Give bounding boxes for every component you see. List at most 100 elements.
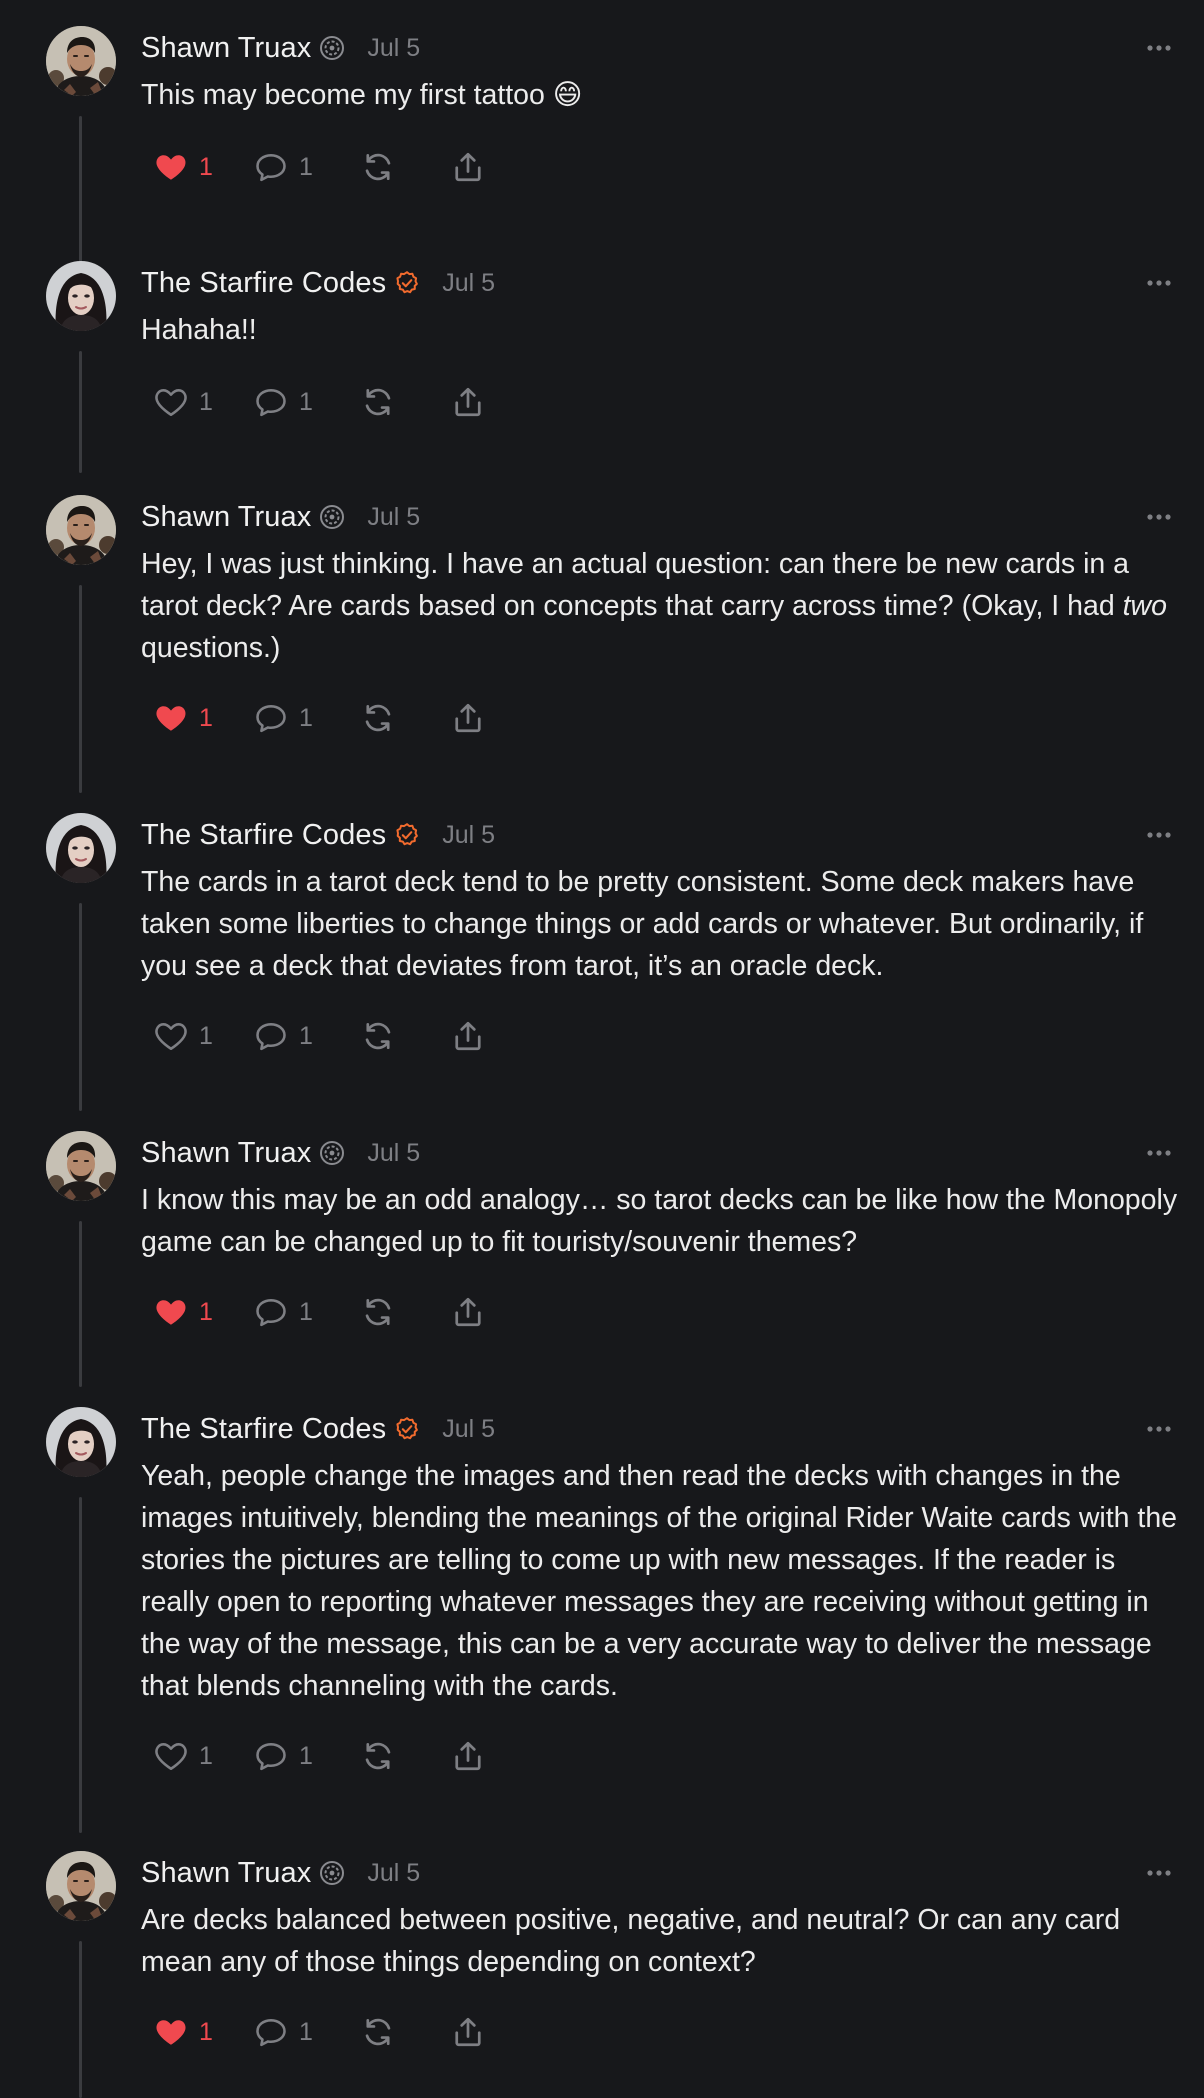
speech-bubble-icon (252, 384, 290, 420)
share-button[interactable] (450, 1736, 486, 1776)
share-icon (450, 1293, 486, 1331)
verified-check-icon (394, 822, 420, 848)
reply-button[interactable]: 1 (252, 1016, 360, 1056)
repost-icon (360, 384, 396, 420)
post-text: Hey, I was just thinking. I have an actu… (141, 548, 1167, 664)
post-date[interactable]: Jul 5 (367, 1859, 420, 1888)
action-bar: 1 1 (152, 147, 486, 187)
heart-icon (152, 2014, 190, 2050)
share-button[interactable] (450, 1016, 486, 1056)
post-date[interactable]: Jul 5 (442, 1415, 495, 1444)
post-date[interactable]: Jul 5 (367, 34, 420, 63)
gear-badge-icon (319, 35, 345, 61)
post-date[interactable]: Jul 5 (442, 269, 495, 298)
reply-count: 1 (299, 703, 313, 732)
thread-line (79, 1497, 82, 1833)
like-count: 1 (199, 152, 213, 181)
post-header: Shawn Truax Jul 5 (141, 1851, 420, 1895)
repost-icon (360, 700, 396, 736)
reply-count: 1 (299, 1297, 313, 1326)
share-button[interactable] (450, 382, 486, 422)
author-name[interactable]: The Starfire Codes (141, 267, 386, 300)
reply-count: 1 (299, 387, 313, 416)
more-dots-icon[interactable] (1144, 1143, 1174, 1163)
heart-icon (152, 1294, 190, 1330)
speech-bubble-icon (252, 1018, 290, 1054)
repost-button[interactable] (360, 382, 450, 422)
share-icon (450, 699, 486, 737)
author-avatar[interactable] (46, 1851, 116, 1921)
reply-button[interactable]: 1 (252, 382, 360, 422)
share-icon (450, 148, 486, 186)
action-bar: 1 1 (152, 1016, 486, 1056)
gear-badge-icon (319, 1860, 345, 1886)
more-dots-icon[interactable] (1144, 825, 1174, 845)
heart-icon (152, 700, 190, 736)
post-header: Shawn Truax Jul 5 (141, 495, 420, 539)
repost-button[interactable] (360, 147, 450, 187)
reply-button[interactable]: 1 (252, 147, 360, 187)
author-avatar[interactable] (46, 495, 116, 565)
author-avatar[interactable] (46, 1407, 116, 1477)
reply-button[interactable]: 1 (252, 698, 360, 738)
post-date[interactable]: Jul 5 (367, 1139, 420, 1168)
like-button[interactable]: 1 (152, 1736, 252, 1776)
action-bar: 1 1 (152, 382, 486, 422)
more-dots-icon[interactable] (1144, 273, 1174, 293)
repost-button[interactable] (360, 1292, 450, 1332)
post-date[interactable]: Jul 5 (367, 503, 420, 532)
post-text: Are decks balanced between positive, neg… (141, 1904, 1121, 1978)
share-icon (450, 1017, 486, 1055)
gear-badge-icon (319, 504, 345, 530)
author-name[interactable]: The Starfire Codes (141, 1413, 386, 1446)
post-text: I know this may be an odd analogy… so ta… (141, 1184, 1178, 1258)
repost-button[interactable] (360, 2012, 450, 2052)
author-avatar[interactable] (46, 261, 116, 331)
share-button[interactable] (450, 147, 486, 187)
speech-bubble-icon (252, 1294, 290, 1330)
author-name[interactable]: Shawn Truax (141, 1857, 311, 1890)
reply-button[interactable]: 1 (252, 1736, 360, 1776)
more-dots-icon[interactable] (1144, 1863, 1174, 1883)
like-button[interactable]: 1 (152, 1016, 252, 1056)
like-button[interactable]: 1 (152, 2012, 252, 2052)
reply-count: 1 (299, 152, 313, 181)
verified-check-icon (394, 270, 420, 296)
repost-icon (360, 2014, 396, 2050)
like-count: 1 (199, 1021, 213, 1050)
like-count: 1 (199, 1741, 213, 1770)
like-button[interactable]: 1 (152, 382, 252, 422)
like-button[interactable]: 1 (152, 147, 252, 187)
author-name[interactable]: Shawn Truax (141, 32, 311, 65)
post-text: This may become my first tattoo 😄 (141, 79, 583, 111)
more-dots-icon[interactable] (1144, 38, 1174, 58)
share-button[interactable] (450, 2012, 486, 2052)
thread-line (79, 903, 82, 1111)
repost-button[interactable] (360, 1736, 450, 1776)
like-button[interactable]: 1 (152, 698, 252, 738)
repost-button[interactable] (360, 698, 450, 738)
reply-button[interactable]: 1 (252, 1292, 360, 1332)
like-button[interactable]: 1 (152, 1292, 252, 1332)
more-dots-icon[interactable] (1144, 1419, 1174, 1439)
repost-icon (360, 149, 396, 185)
reply-count: 1 (299, 2017, 313, 2046)
share-button[interactable] (450, 1292, 486, 1332)
reply-button[interactable]: 1 (252, 2012, 360, 2052)
like-count: 1 (199, 703, 213, 732)
share-button[interactable] (450, 698, 486, 738)
repost-button[interactable] (360, 1016, 450, 1056)
more-dots-icon[interactable] (1144, 507, 1174, 527)
author-avatar[interactable] (46, 26, 116, 96)
thread-line (79, 1941, 82, 2098)
author-name[interactable]: Shawn Truax (141, 1137, 311, 1170)
author-avatar[interactable] (46, 813, 116, 883)
post-header: Shawn Truax Jul 5 (141, 26, 420, 70)
share-icon (450, 383, 486, 421)
post-date[interactable]: Jul 5 (442, 821, 495, 850)
author-name[interactable]: Shawn Truax (141, 501, 311, 534)
author-name[interactable]: The Starfire Codes (141, 819, 386, 852)
repost-icon (360, 1738, 396, 1774)
thread-line (79, 116, 82, 268)
author-avatar[interactable] (46, 1131, 116, 1201)
